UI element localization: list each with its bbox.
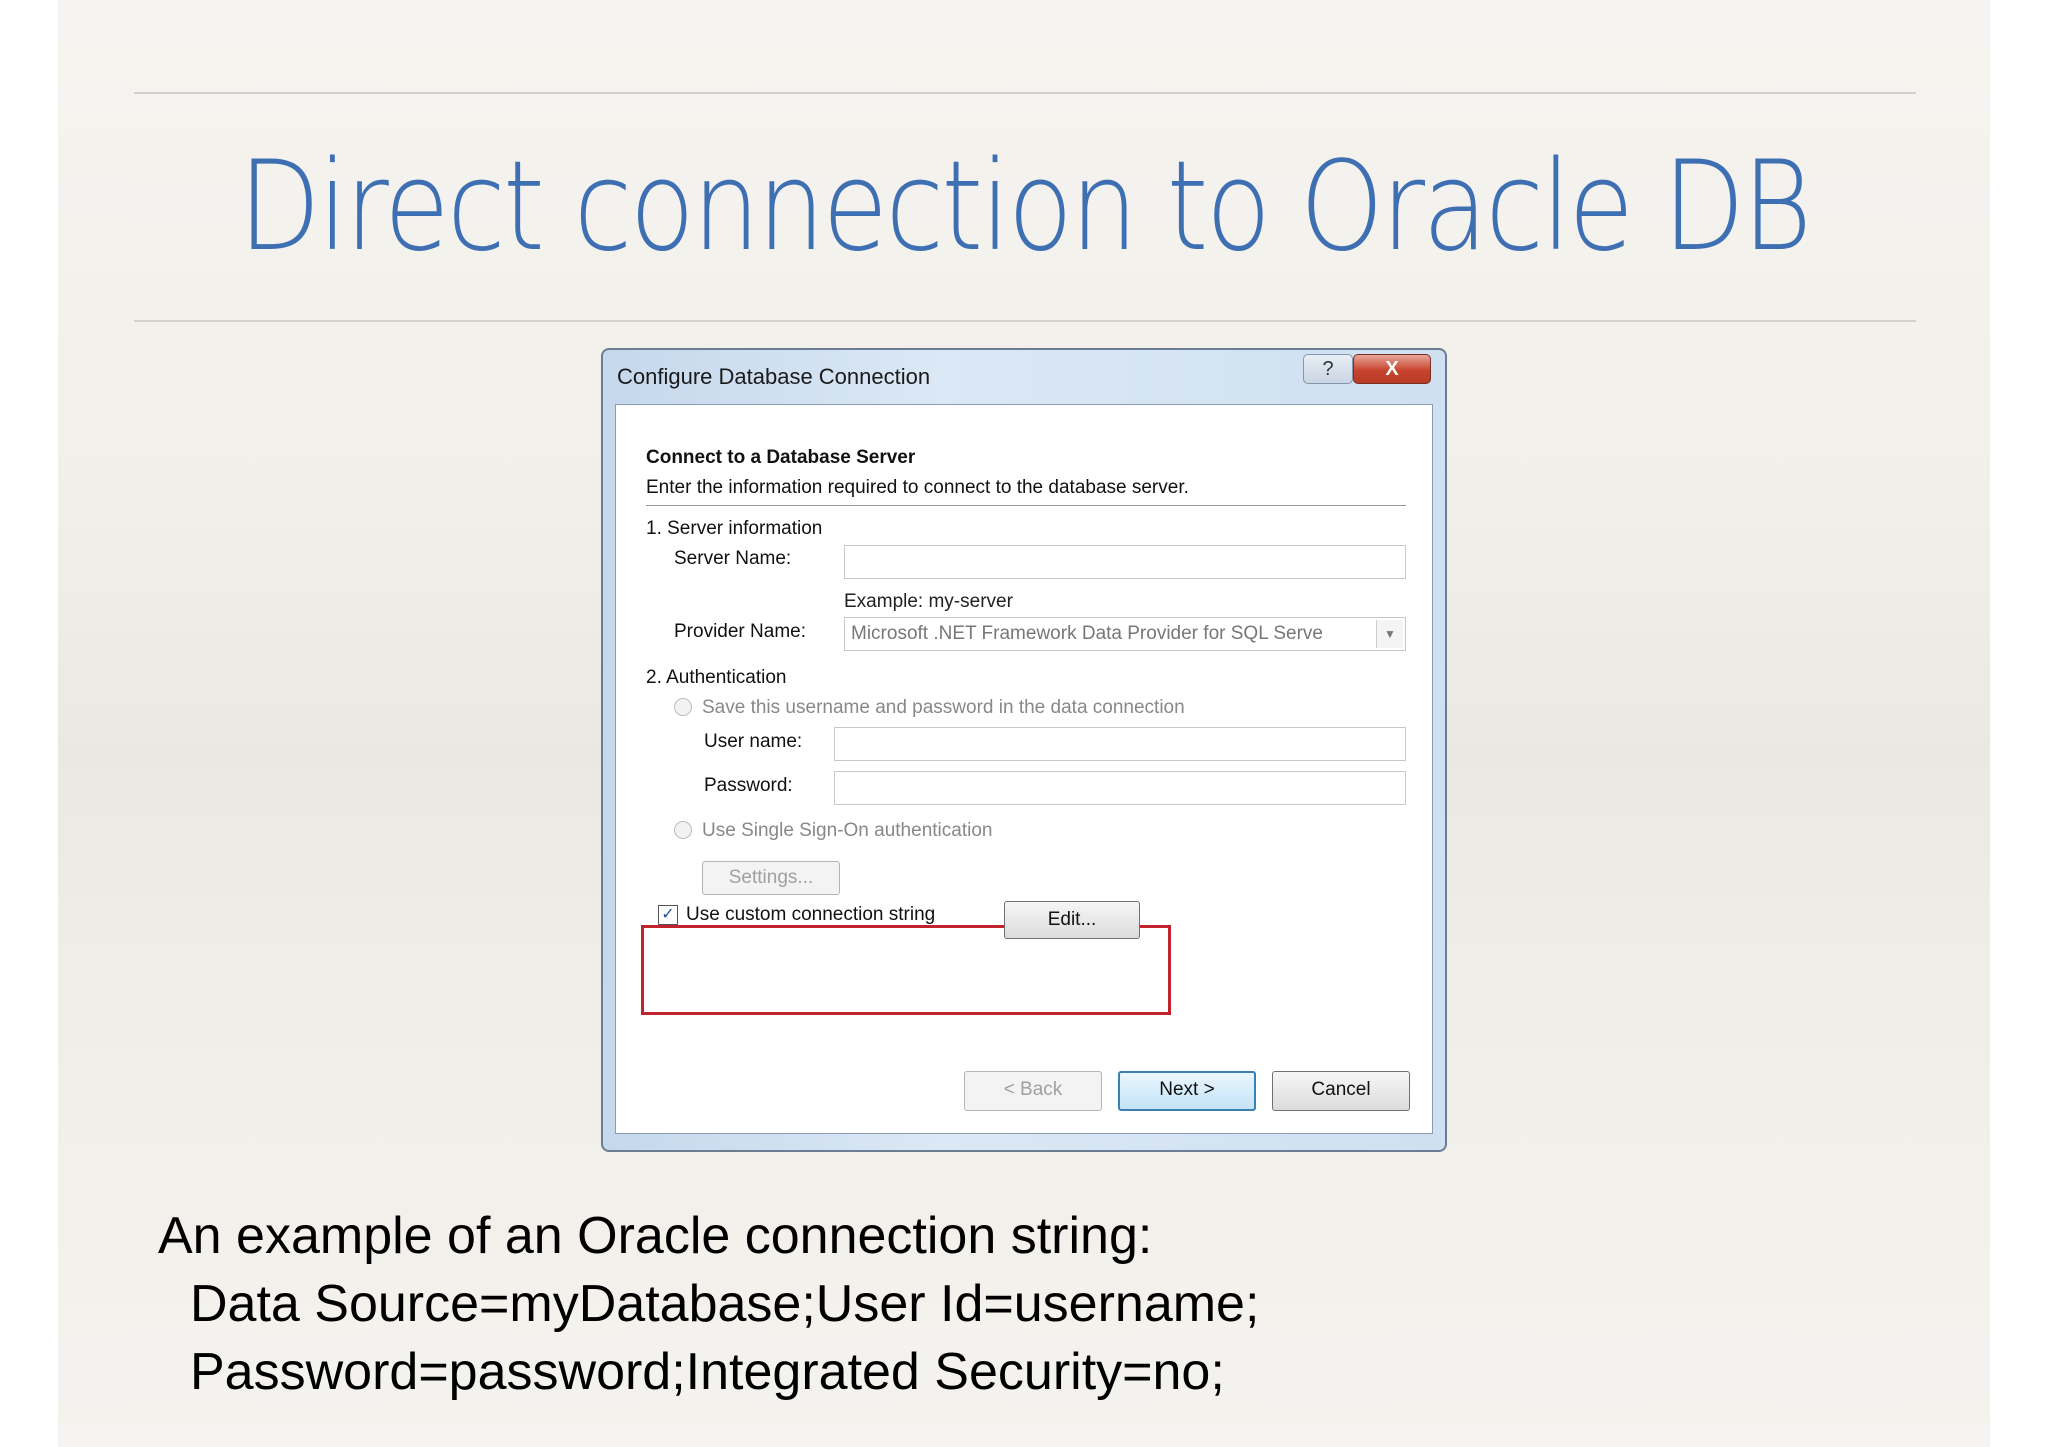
- top-divider: [134, 92, 1916, 94]
- dialog-heading: Connect to a Database Server: [646, 447, 916, 468]
- slide-title: Direct connection to Oracle DB: [238, 135, 1812, 279]
- provider-name-value: Microsoft .NET Framework Data Provider f…: [851, 623, 1323, 644]
- sso-label: Use Single Sign-On authentication: [702, 820, 993, 841]
- dialog-body: Connect to a Database Server Enter the i…: [615, 404, 1433, 1134]
- back-button[interactable]: < Back: [964, 1071, 1102, 1111]
- edit-button[interactable]: Edit...: [1004, 901, 1140, 939]
- connection-string-line-1: Data Source=myDatabase;User Id=username;: [190, 1275, 1260, 1333]
- slide: Direct connection to Oracle DB Configure…: [58, 0, 1990, 1447]
- provider-name-label: Provider Name:: [674, 621, 806, 642]
- save-credentials-radio[interactable]: [674, 698, 692, 716]
- server-name-example: Example: my-server: [844, 591, 1013, 612]
- user-name-input[interactable]: [834, 727, 1406, 761]
- password-input[interactable]: [834, 771, 1406, 805]
- title-divider: [134, 320, 1916, 322]
- settings-button[interactable]: Settings...: [702, 861, 840, 895]
- help-button[interactable]: ?: [1303, 354, 1353, 384]
- section-server-information: 1. Server information: [646, 518, 823, 539]
- server-name-label: Server Name:: [674, 548, 792, 569]
- caption-intro: An example of an Oracle connection strin…: [158, 1207, 1153, 1265]
- dialog-title: Configure Database Connection: [617, 364, 931, 389]
- caption: An example of an Oracle connection strin…: [158, 1202, 1259, 1406]
- user-name-label: User name:: [704, 731, 803, 752]
- custom-connection-string-label: Use custom connection string: [686, 904, 936, 925]
- chevron-down-icon[interactable]: ▼: [1376, 620, 1403, 648]
- configure-database-connection-dialog: Configure Database Connection ? X Connec…: [601, 348, 1447, 1152]
- cancel-button[interactable]: Cancel: [1272, 1071, 1410, 1111]
- provider-name-select[interactable]: Microsoft .NET Framework Data Provider f…: [844, 617, 1406, 651]
- close-button[interactable]: X: [1353, 354, 1431, 384]
- next-button[interactable]: Next >: [1118, 1071, 1256, 1111]
- custom-connection-string-checkbox[interactable]: ✓: [658, 905, 678, 925]
- section-authentication: 2. Authentication: [646, 667, 787, 688]
- password-label: Password:: [704, 775, 793, 796]
- server-name-input[interactable]: [844, 545, 1406, 579]
- sso-radio[interactable]: [674, 821, 692, 839]
- dialog-subheading: Enter the information required to connec…: [646, 477, 1189, 498]
- heading-separator: [646, 505, 1406, 506]
- connection-string-line-2: Password=password;Integrated Security=no…: [190, 1343, 1225, 1401]
- save-credentials-label: Save this username and password in the d…: [702, 697, 1185, 718]
